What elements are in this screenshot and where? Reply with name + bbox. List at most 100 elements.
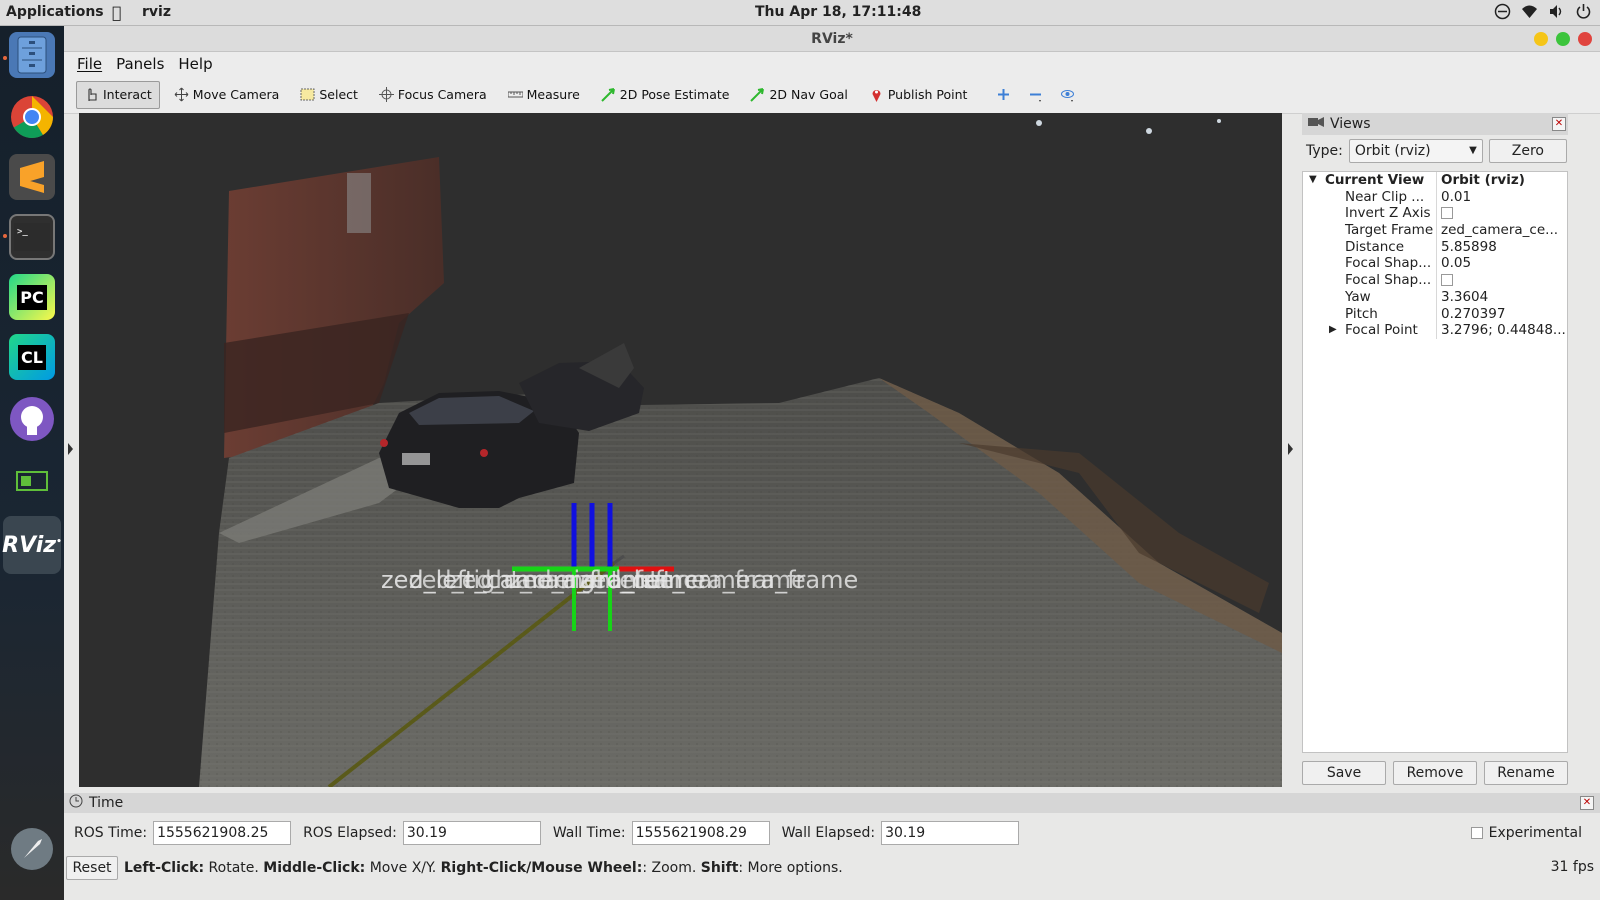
view-properties-tree: ▼ Current View Orbit (rviz) Near Clip ...… <box>1302 171 1568 753</box>
views-panel: Views ✕ Type: Orbit (rviz) ▼ Zero ▼ Curre… <box>1302 113 1568 787</box>
clion-icon[interactable]: CL <box>9 334 55 380</box>
system-tray <box>1494 3 1592 20</box>
focal-shape-checkbox[interactable] <box>1441 274 1453 287</box>
move-camera-tool-button[interactable]: Move Camera <box>167 81 287 109</box>
file-manager-icon[interactable] <box>9 32 55 78</box>
svg-text:>_: >_ <box>17 227 28 237</box>
zero-view-button[interactable]: Zero <box>1488 139 1567 163</box>
tool-toolbar: Interact Move Camera Select Focus Camera… <box>64 76 1600 114</box>
close-time-panel-icon[interactable]: ✕ <box>1580 796 1594 810</box>
minimize-button[interactable] <box>1534 32 1548 46</box>
property-row[interactable]: Focal Shap... <box>1303 272 1567 289</box>
point-cloud-scene[interactable]: zed_left_camera_frame zed_right_camera_f… <box>79 113 1282 787</box>
time-panel-title: Time <box>89 795 124 811</box>
property-row[interactable]: Distance 5.85898 <box>1303 238 1567 256</box>
reset-button[interactable]: Reset <box>66 856 118 880</box>
property-row[interactable]: Pitch 0.270397 <box>1303 305 1567 323</box>
close-button[interactable] <box>1578 32 1592 46</box>
experimental-option[interactable]: Experimental <box>1470 825 1582 841</box>
launcher-rocket-icon[interactable] <box>9 826 55 872</box>
focus-camera-tool-button[interactable]: Focus Camera <box>372 81 494 109</box>
render-3d-view[interactable]: zed_left_camera_frame zed_right_camera_f… <box>79 113 1282 787</box>
property-row[interactable]: Invert Z Axis <box>1303 205 1567 223</box>
left-dock-collapse-handle[interactable] <box>64 113 78 787</box>
pycharm-icon[interactable]: PC <box>9 274 55 320</box>
add-tool-button[interactable] <box>991 81 1016 109</box>
eye-icon <box>1060 87 1075 102</box>
window-title: RViz* <box>811 31 853 47</box>
property-row[interactable]: Yaw 3.3604 <box>1303 288 1567 306</box>
maximize-button[interactable] <box>1556 32 1570 46</box>
camera-icon <box>1308 116 1324 132</box>
system-monitor-icon[interactable] <box>9 458 55 504</box>
views-button-row: Save Remove Rename <box>1302 761 1568 785</box>
expand-arrow-icon[interactable]: ▶ <box>1329 322 1337 339</box>
running-indicator <box>3 234 7 238</box>
tf-frame-label: zed_left_camera_frame <box>579 566 858 594</box>
map-pin-icon <box>869 87 884 102</box>
view-type-row: Type: Orbit (rviz) ▼ Zero <box>1302 135 1568 167</box>
wifi-icon[interactable] <box>1521 3 1538 20</box>
view-type-select[interactable]: Orbit (rviz) ▼ <box>1348 139 1483 163</box>
minus-icon <box>1028 87 1043 102</box>
rviz-icon[interactable]: RViz • <box>2 516 62 574</box>
right-dock-collapse-handle[interactable] <box>1282 113 1302 787</box>
nav-goal-tool-button[interactable]: 2D Nav Goal <box>743 81 854 109</box>
application-dock: >_ PC CL RViz • <box>0 26 64 900</box>
menu-file[interactable]: File <box>70 55 109 73</box>
ros-time-field[interactable]: 1555621908.25 <box>153 821 292 845</box>
property-row[interactable]: Near Clip ... 0.01 <box>1303 188 1567 206</box>
experimental-checkbox[interactable] <box>1470 827 1483 839</box>
property-row[interactable]: ▶ Focal Point 3.2796; 0.44848... <box>1303 322 1567 339</box>
ros-elapsed-field[interactable]: 30.19 <box>402 821 541 845</box>
property-row[interactable]: Focal Shap... 0.05 <box>1303 255 1567 273</box>
save-view-button[interactable]: Save <box>1302 761 1386 785</box>
select-tool-button[interactable]: Select <box>293 81 365 109</box>
property-row[interactable]: Target Frame zed_camera_ce... <box>1303 222 1567 239</box>
tool-visibility-button[interactable] <box>1055 81 1080 109</box>
remove-tool-button[interactable] <box>1023 81 1048 109</box>
close-views-panel-icon[interactable]: ✕ <box>1552 117 1566 131</box>
power-icon[interactable] <box>1575 3 1592 20</box>
publish-point-tool-button[interactable]: Publish Point <box>862 81 975 109</box>
help-hint: Left-Click: Rotate. Middle-Click: Move X… <box>124 860 843 876</box>
measure-tool-button[interactable]: Measure <box>501 81 587 109</box>
status-bar: Reset Left-Click: Rotate. Middle-Click: … <box>64 855 1600 881</box>
move-arrows-icon <box>174 87 189 102</box>
wall-elapsed-field[interactable]: 30.19 <box>881 821 1020 845</box>
time-panel-header: Time ✕ <box>64 793 1600 813</box>
fps-counter: 31 fps <box>1550 859 1594 875</box>
volume-icon[interactable] <box>1548 3 1565 20</box>
interact-tool-button[interactable]: Interact <box>76 80 160 109</box>
time-panel: Time ✕ ROS Time: 1555621908.25 ROS Elaps… <box>64 793 1600 853</box>
menu-panels[interactable]: Panels <box>109 55 171 73</box>
wall-time-field[interactable]: 1555621908.29 <box>631 821 770 845</box>
expand-arrow-icon[interactable]: ▼ <box>1309 172 1317 189</box>
terminal-icon[interactable]: >_ <box>9 214 55 260</box>
pose-estimate-tool-button[interactable]: 2D Pose Estimate <box>594 81 737 109</box>
hand-pointer-icon <box>84 87 99 102</box>
sublime-text-icon[interactable] <box>9 154 55 200</box>
selection-box-icon <box>300 87 315 102</box>
invert-z-axis-checkbox[interactable] <box>1441 207 1453 220</box>
dropdown-arrow-icon: ▼ <box>1469 145 1477 156</box>
green-arrow-icon <box>750 87 765 102</box>
rename-view-button[interactable]: Rename <box>1484 761 1568 785</box>
menu-help[interactable]: Help <box>171 55 219 73</box>
github-icon[interactable] <box>9 396 55 442</box>
time-fields-row: ROS Time: 1555621908.25 ROS Elapsed: 30.… <box>64 813 1600 853</box>
views-panel-title: Views <box>1330 116 1371 132</box>
current-view-row[interactable]: ▼ Current View Orbit (rviz) <box>1303 172 1567 189</box>
system-top-bar: Applications  rviz Thu Apr 18, 17:11:48 <box>0 0 1600 26</box>
applications-menu[interactable]: Applications <box>6 4 104 20</box>
remove-view-button[interactable]: Remove <box>1393 761 1477 785</box>
menubar: File Panels Help <box>64 52 1600 76</box>
crosshair-icon <box>378 87 394 102</box>
views-panel-header: Views ✕ <box>1302 113 1568 135</box>
active-app-name[interactable]: rviz <box>142 4 171 20</box>
plus-icon <box>996 87 1011 102</box>
apple-icon[interactable]:  <box>112 3 122 22</box>
clock[interactable]: Thu Apr 18, 17:11:48 <box>755 4 921 20</box>
network-icon[interactable] <box>1494 3 1511 20</box>
chrome-icon[interactable] <box>9 94 55 140</box>
